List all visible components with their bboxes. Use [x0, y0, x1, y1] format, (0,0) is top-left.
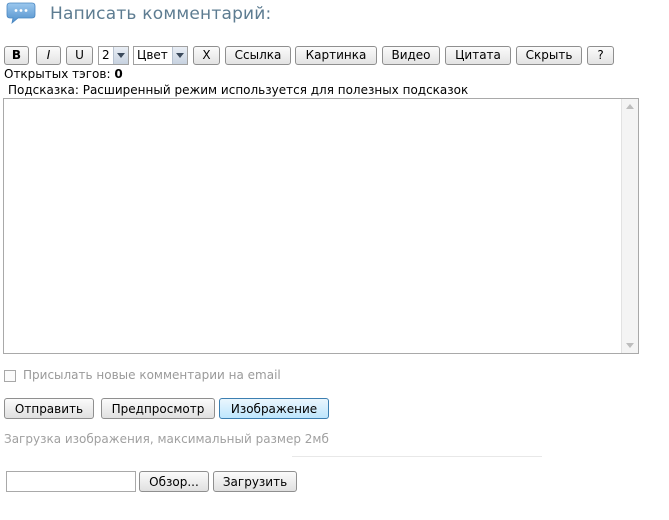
file-path-input[interactable]: [6, 471, 136, 492]
subscribe-checkbox[interactable]: [4, 370, 16, 382]
chevron-down-icon: [172, 47, 187, 64]
chevron-down-icon: [113, 47, 128, 64]
divider: [292, 456, 542, 457]
hide-button[interactable]: Скрыть: [516, 46, 582, 65]
image-upload-toggle-button[interactable]: Изображение: [219, 398, 329, 419]
video-button[interactable]: Видео: [382, 46, 440, 65]
page-title: Написать комментарий:: [50, 4, 272, 24]
font-size-select[interactable]: 2: [98, 46, 129, 65]
quote-button[interactable]: Цитата: [445, 46, 511, 65]
textarea-scrollbar[interactable]: [621, 99, 638, 353]
preview-button[interactable]: Предпросмотр: [101, 398, 215, 419]
link-button[interactable]: Ссылка: [225, 46, 291, 65]
clear-format-button[interactable]: X: [193, 46, 220, 65]
color-select[interactable]: Цвет: [133, 46, 188, 65]
font-size-value: 2: [102, 48, 110, 62]
scroll-up-arrow-icon[interactable]: [626, 104, 634, 109]
subscribe-label[interactable]: Присылать новые комментарии на email: [23, 368, 281, 382]
open-tags-status: Открытых тэгов: 0: [4, 67, 123, 81]
help-button[interactable]: ?: [587, 46, 614, 65]
bold-button[interactable]: B: [4, 46, 29, 65]
upload-button[interactable]: Загрузить: [213, 471, 297, 492]
picture-button[interactable]: Картинка: [295, 46, 377, 65]
editor-hint: Подсказка: Расширенный режим используетс…: [8, 83, 469, 97]
upload-note: Загрузка изображения, максимальный разме…: [4, 432, 329, 446]
underline-button[interactable]: U: [66, 46, 93, 65]
color-value: Цвет: [137, 48, 168, 62]
browse-button[interactable]: Обзор...: [139, 471, 209, 492]
comment-textarea[interactable]: [3, 98, 639, 354]
scroll-down-arrow-icon[interactable]: [626, 343, 634, 348]
speech-bubble-icon: [6, 2, 36, 24]
italic-button[interactable]: I: [36, 46, 61, 65]
send-button[interactable]: Отправить: [4, 398, 94, 419]
open-tags-label: Открытых тэгов:: [4, 67, 111, 81]
open-tags-count: 0: [114, 67, 123, 81]
